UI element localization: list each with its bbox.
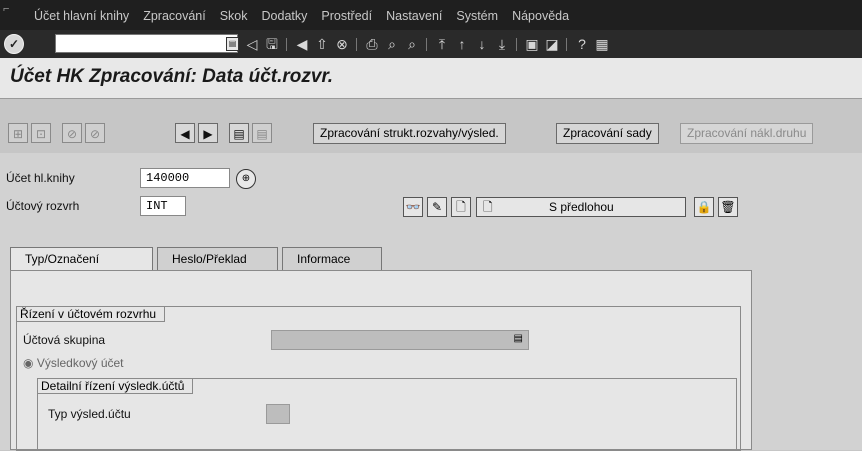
- menu-dodatky[interactable]: Dodatky: [262, 9, 308, 23]
- delete-icon[interactable]: 🗑: [718, 197, 738, 217]
- application-toolbar: ⊞ ⊡ ⊘ ⊘ ◀ ▶ ▤ ▤ Zpracování strukt.rozvah…: [0, 119, 862, 151]
- shortcut-icon[interactable]: ◪: [543, 35, 561, 53]
- result-type-label: Typ výsled.účtu: [48, 407, 131, 421]
- previous-icon[interactable]: ◀: [175, 123, 195, 143]
- menu-skok[interactable]: Skok: [220, 9, 248, 23]
- with-template-button[interactable]: 🗋 S předlohou: [476, 197, 686, 217]
- display-icon[interactable]: 👓: [403, 197, 423, 217]
- account-group-label: Účtová skupina: [23, 333, 106, 347]
- new-session-icon[interactable]: ▣: [523, 35, 541, 53]
- page-title: Účet HK Zpracování: Data účt.rozvr.: [10, 66, 334, 87]
- next-icon[interactable]: ▶: [198, 123, 218, 143]
- collapse-icon[interactable]: ◁: [243, 35, 261, 53]
- account-field[interactable]: [140, 168, 230, 188]
- help-icon[interactable]: ?: [573, 35, 591, 53]
- prev-page-icon[interactable]: ↑: [453, 35, 471, 53]
- with-template-label: S předlohou: [549, 200, 614, 214]
- command-field[interactable]: [55, 34, 238, 53]
- next-page-icon[interactable]: ↓: [473, 35, 491, 53]
- separator: [516, 38, 517, 51]
- first-page-icon[interactable]: ⤒: [433, 35, 451, 53]
- detail-group: Detailní řízení výsledk.účtů Typ výsled.…: [37, 378, 737, 451]
- print-icon[interactable]: ⎙: [363, 35, 381, 53]
- menu-nastaveni[interactable]: Nastavení: [386, 9, 442, 23]
- control-group-title: Řízení v účtovém rozvrhu: [17, 307, 166, 322]
- command-history-icon[interactable]: ▤: [226, 37, 239, 51]
- account-group-field[interactable]: ▤: [271, 330, 529, 350]
- edit-pencil-icon[interactable]: ✎: [427, 197, 447, 217]
- window-menu-icon[interactable]: ⌐: [3, 3, 9, 15]
- create-icon[interactable]: ⊘: [62, 123, 82, 143]
- separator: [566, 38, 567, 51]
- control-group: Řízení v účtovém rozvrhu Účtová skupina …: [16, 306, 741, 451]
- account-label: Účet hl.knihy: [6, 171, 75, 185]
- separator: [356, 38, 357, 51]
- chart-of-accounts-label: Účtový rozvrh: [6, 199, 80, 213]
- other-object-icon[interactable]: ⊡: [31, 123, 51, 143]
- back-icon[interactable]: ◀: [293, 35, 311, 53]
- tab-informace[interactable]: Informace: [282, 247, 382, 271]
- menu-prostredi[interactable]: Prostředí: [321, 9, 372, 23]
- detail-group-title: Detailní řízení výsledk.účtů: [38, 379, 194, 394]
- lock-icon[interactable]: 🔒: [694, 197, 714, 217]
- find-icon[interactable]: ⌕: [383, 35, 401, 53]
- dropdown-icon[interactable]: ▤: [514, 333, 523, 344]
- menu-bar: ⌐ Účet hlavní knihy Zpracování Skok Doda…: [0, 0, 862, 30]
- new-document-icon: 🗋: [483, 200, 493, 214]
- hierarchy-icon[interactable]: ▤: [229, 123, 249, 143]
- document-icon[interactable]: ▤: [252, 123, 272, 143]
- edit-set-button[interactable]: Zpracování sady: [556, 123, 659, 144]
- result-type-field[interactable]: [266, 404, 290, 424]
- content-area: Účet hl.knihy ⊕ Účtový rozvrh 👓 ✎ 🗋 🗋 S …: [0, 153, 862, 451]
- layout-icon[interactable]: ▦: [593, 35, 611, 53]
- menu-zpracovani[interactable]: Zpracování: [143, 9, 206, 23]
- separator: [426, 38, 427, 51]
- edit-structure-button[interactable]: Zpracování strukt.rozvahy/výsled.: [313, 123, 506, 144]
- chart-of-accounts-field[interactable]: [140, 196, 186, 216]
- radio-result-account-label: Výsledkový účet: [36, 356, 124, 370]
- save-icon[interactable]: 🖫: [263, 35, 281, 53]
- edit-cost-element-button[interactable]: Zpracování nákl.druhu: [680, 123, 814, 144]
- cancel-icon[interactable]: ⊗: [333, 35, 351, 53]
- radio-result-account[interactable]: ◉ Výsledkový účet: [23, 356, 124, 370]
- separator: [286, 38, 287, 51]
- system-toolbar: ✓ ▤ ◁ 🖫 ◀ ⇧ ⊗ ⎙ ⌕ ⌕ ⤒ ↑ ↓ ⤓ ▣ ◪ ? ▦: [0, 30, 862, 58]
- copy-icon[interactable]: ⊘: [85, 123, 105, 143]
- new-document-icon[interactable]: 🗋: [451, 197, 471, 217]
- menu-ucet[interactable]: Účet hlavní knihy: [34, 9, 129, 23]
- exit-icon[interactable]: ⇧: [313, 35, 331, 53]
- last-page-icon[interactable]: ⤓: [493, 35, 511, 53]
- find-next-icon[interactable]: ⌕: [403, 35, 421, 53]
- tab-typ-oznaceni[interactable]: Typ/Označení: [10, 247, 153, 271]
- title-bar: Účet HK Zpracování: Data účt.rozvr.: [0, 58, 862, 99]
- enter-check-icon[interactable]: ✓: [4, 34, 24, 54]
- menu-system[interactable]: Systém: [456, 9, 498, 23]
- matchcode-icon[interactable]: ⊕: [236, 169, 256, 189]
- tab-heslo-preklad[interactable]: Heslo/Překlad: [157, 247, 278, 271]
- menu-napoveda[interactable]: Nápověda: [512, 9, 569, 23]
- tab-panel: Řízení v účtovém rozvrhu Účtová skupina …: [10, 270, 752, 451]
- display-change-icon[interactable]: ⊞: [8, 123, 28, 143]
